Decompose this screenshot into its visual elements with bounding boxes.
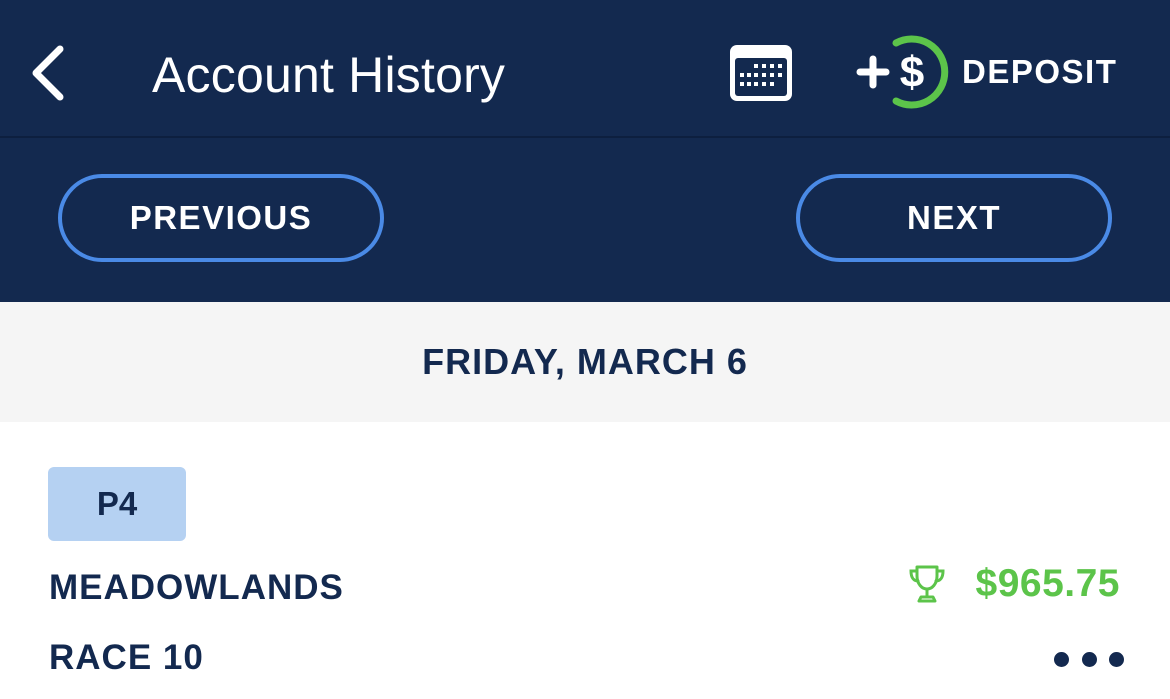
payout-amount: $965.75 bbox=[975, 562, 1120, 605]
back-button[interactable] bbox=[20, 38, 76, 108]
calendar-button[interactable] bbox=[727, 42, 795, 104]
date-header: FRIDAY, MARCH 6 bbox=[0, 302, 1170, 422]
more-dots-icon bbox=[1054, 651, 1069, 667]
track-name: MEADOWLANDS bbox=[49, 568, 344, 607]
deposit-button[interactable]: $ DEPOSIT bbox=[856, 33, 1117, 111]
account-history-screen: Account History $ DEPOSIT PREVIOUS NEXT … bbox=[0, 0, 1170, 699]
deposit-label: DEPOSIT bbox=[962, 53, 1118, 90]
race-name: RACE 10 bbox=[49, 638, 204, 677]
wager-item[interactable]: P4 MEADOWLANDS RACE 10 $965.75 bbox=[0, 422, 1170, 699]
navbar: Account History $ DEPOSIT bbox=[0, 0, 1170, 138]
more-dots-icon bbox=[1081, 651, 1097, 667]
next-button[interactable]: NEXT bbox=[796, 174, 1112, 262]
calendar-icon bbox=[730, 45, 792, 101]
previous-button[interactable]: PREVIOUS bbox=[58, 174, 384, 262]
svg-text:$: $ bbox=[900, 48, 924, 97]
pager-bar: PREVIOUS NEXT bbox=[0, 138, 1170, 302]
plus-dollar-circle-icon: $ bbox=[856, 35, 949, 109]
more-dots-icon bbox=[1109, 651, 1124, 667]
trophy-icon bbox=[909, 565, 945, 603]
more-options-button[interactable] bbox=[1054, 644, 1124, 674]
bet-type-badge: P4 bbox=[48, 467, 186, 541]
payout: $965.75 bbox=[908, 562, 1120, 606]
page-title: Account History bbox=[152, 47, 506, 103]
chevron-left-icon bbox=[32, 45, 64, 101]
